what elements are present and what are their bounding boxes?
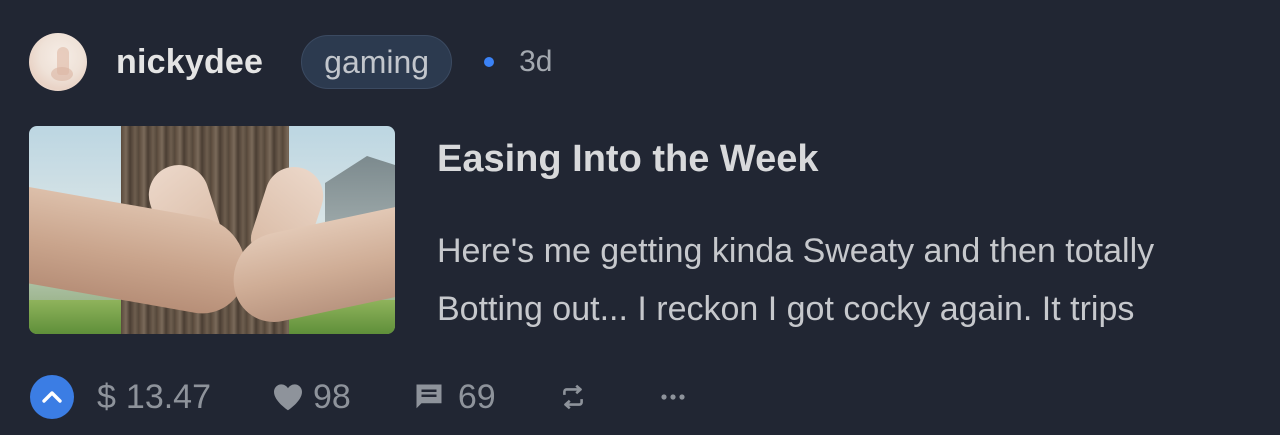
- action-bar: $ 13.47 98 69: [30, 374, 686, 420]
- like-count: 98: [313, 377, 351, 416]
- post-title[interactable]: Easing Into the Week: [437, 138, 818, 181]
- more-options-button[interactable]: [660, 393, 686, 401]
- post-excerpt[interactable]: Here's me getting kinda Sweaty and then …: [437, 222, 1267, 338]
- more-icon: [661, 394, 685, 400]
- upvote-button[interactable]: [30, 375, 74, 419]
- reblog-button[interactable]: [560, 383, 586, 411]
- chevron-up-icon: [42, 391, 62, 403]
- post-age[interactable]: 3d: [519, 45, 552, 79]
- post-thumbnail[interactable]: [29, 126, 395, 334]
- heart-icon: [274, 384, 303, 411]
- community-tag[interactable]: gaming: [301, 35, 453, 89]
- avatar[interactable]: [29, 33, 87, 91]
- comment-button[interactable]: 69: [414, 378, 496, 417]
- separator-dot: [484, 57, 495, 67]
- payout-value[interactable]: $ 13.47: [97, 378, 211, 417]
- comment-count: 69: [457, 377, 496, 416]
- post-header: nickydee gaming 3d: [29, 33, 552, 91]
- author-name[interactable]: nickydee: [116, 43, 263, 82]
- payout-amount: 13.47: [125, 377, 212, 416]
- currency-symbol: $: [97, 377, 116, 416]
- repost-icon: [562, 384, 583, 410]
- excerpt-line: Here's me getting kinda Sweaty and then …: [437, 232, 1155, 270]
- excerpt-line: Botting out... I reckon I got cocky agai…: [437, 290, 1135, 328]
- avatar-figure-base: [51, 67, 73, 81]
- like-button[interactable]: 98: [272, 378, 351, 417]
- comment-icon: [416, 384, 442, 409]
- post-card[interactable]: nickydee gaming 3d Easing Into the Week …: [0, 0, 1280, 435]
